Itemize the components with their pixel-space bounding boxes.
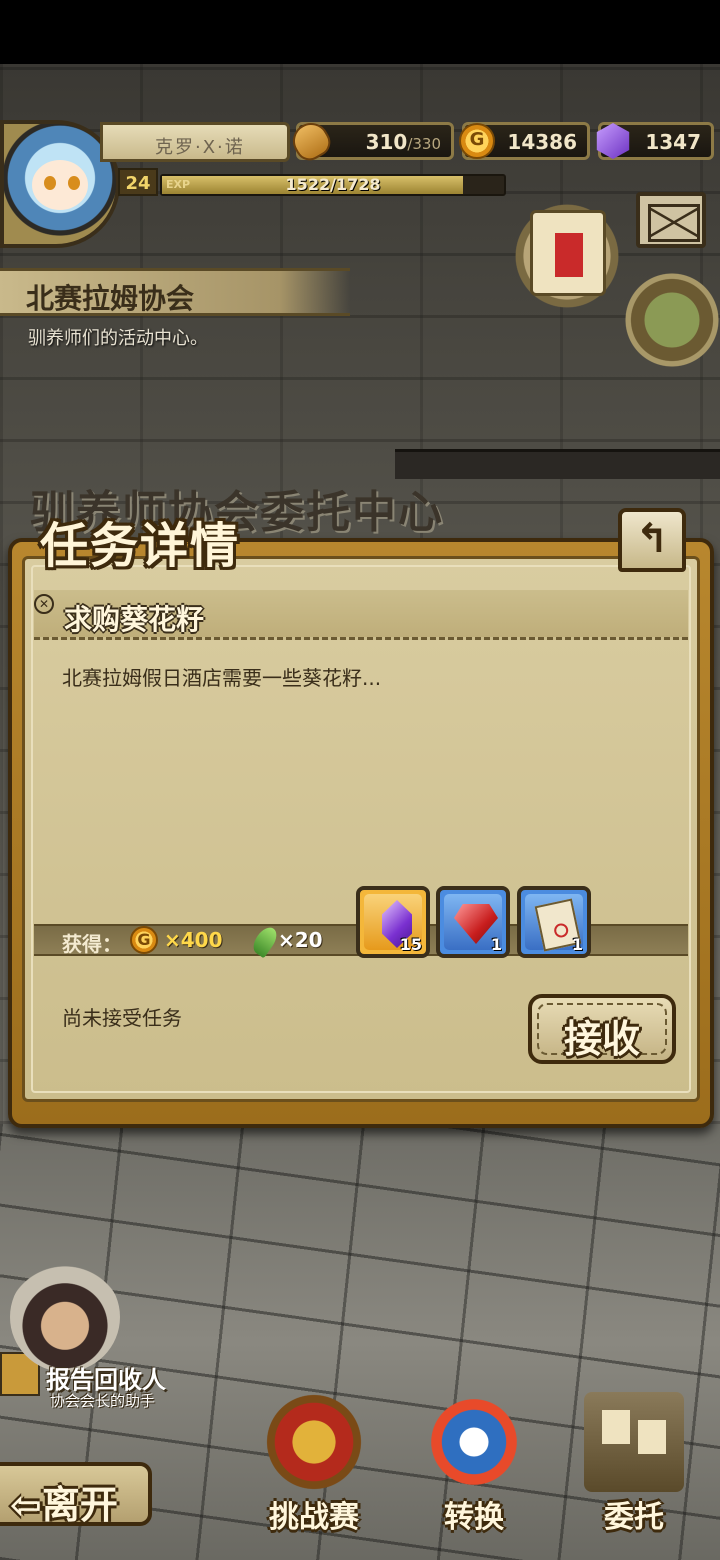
accept-button-label: 接收 <box>563 1017 640 1061</box>
exp-value: 1522/1728 <box>285 175 381 194</box>
task-status: 尚未接受任务 <box>62 1006 182 1030</box>
counter-desk <box>395 449 720 479</box>
avatar-eye-left <box>44 176 56 190</box>
item-count: 15 <box>399 935 422 954</box>
accept-button[interactable]: 接收 <box>528 994 676 1064</box>
status-bar <box>0 0 720 64</box>
nav-challenge[interactable]: 挑战赛 <box>244 1392 384 1542</box>
task-header: ✕ 求购葵花籽 <box>34 590 688 640</box>
gold-coin-icon: G <box>459 123 495 159</box>
item-count: 1 <box>571 935 583 954</box>
leave-button[interactable]: ⇦离开 <box>0 1462 152 1527</box>
gold-counter[interactable]: G 14386 <box>459 122 590 160</box>
nav-commission[interactable]: 委托 <box>564 1392 704 1542</box>
nav-commission-label: 委托 <box>604 1500 664 1535</box>
nav-challenge-label: 挑战赛 <box>269 1500 359 1535</box>
notice-board-icon <box>584 1392 684 1492</box>
quest-scroll-button[interactable] <box>512 200 622 312</box>
location-banner: 北赛拉姆协会 <box>0 268 350 316</box>
reward-item-ruby[interactable]: 1 <box>436 886 510 958</box>
task-description: 北赛拉姆假日酒店需要一些葵花籽... <box>62 666 382 690</box>
npc-avatar[interactable] <box>10 1262 120 1372</box>
player-name-plate: 克罗·X·诺 <box>100 122 290 162</box>
gold-coin-icon: G <box>130 926 158 954</box>
backpack-icon[interactable] <box>624 272 720 368</box>
purple-gem-icon <box>596 123 630 159</box>
nav-convert-label: 转换 <box>444 1500 504 1535</box>
gold-value: 14386 <box>507 130 577 154</box>
task-name: 求购葵花籽 <box>64 603 205 636</box>
stamina-counter[interactable]: 310/330 <box>286 116 454 166</box>
reward-item-scroll[interactable]: 1 <box>517 886 591 958</box>
feather-reward-value: ×20 <box>278 928 323 952</box>
npc-title: 协会会长的助手 <box>50 1392 156 1410</box>
reward-label: 获得： <box>62 932 122 956</box>
leave-button-label: ⇦离开 <box>10 1483 118 1527</box>
player-name: 克罗·X·诺 <box>155 137 245 158</box>
back-arrow-icon[interactable]: ↰ <box>618 508 686 572</box>
mail-icon[interactable] <box>636 192 706 248</box>
task-marker-icon: ✕ <box>34 594 54 614</box>
dialog-title: 任务详情 <box>40 518 241 574</box>
exp-bar: EXP 1522/1728 <box>160 174 506 196</box>
nav-convert[interactable]: 转换 <box>404 1392 544 1542</box>
shield-icon <box>264 1392 364 1492</box>
reward-item-gem[interactable]: 15 <box>356 886 430 958</box>
stamina-value: 310/330 <box>365 130 441 154</box>
gold-reward-value: ×400 <box>164 928 223 952</box>
scroll-icon <box>530 210 606 296</box>
avatar-eye-right <box>68 176 80 190</box>
gem-value: 1347 <box>645 130 701 154</box>
convert-icon <box>424 1392 524 1492</box>
item-count: 1 <box>490 935 502 954</box>
location-subtitle: 驯养师们的活动中心。 <box>28 328 208 349</box>
gem-counter[interactable]: 1347 <box>596 122 714 160</box>
stamina-max: /330 <box>407 135 441 153</box>
player-level-badge: 24 <box>118 168 158 196</box>
location-name: 北赛拉姆协会 <box>26 282 195 315</box>
